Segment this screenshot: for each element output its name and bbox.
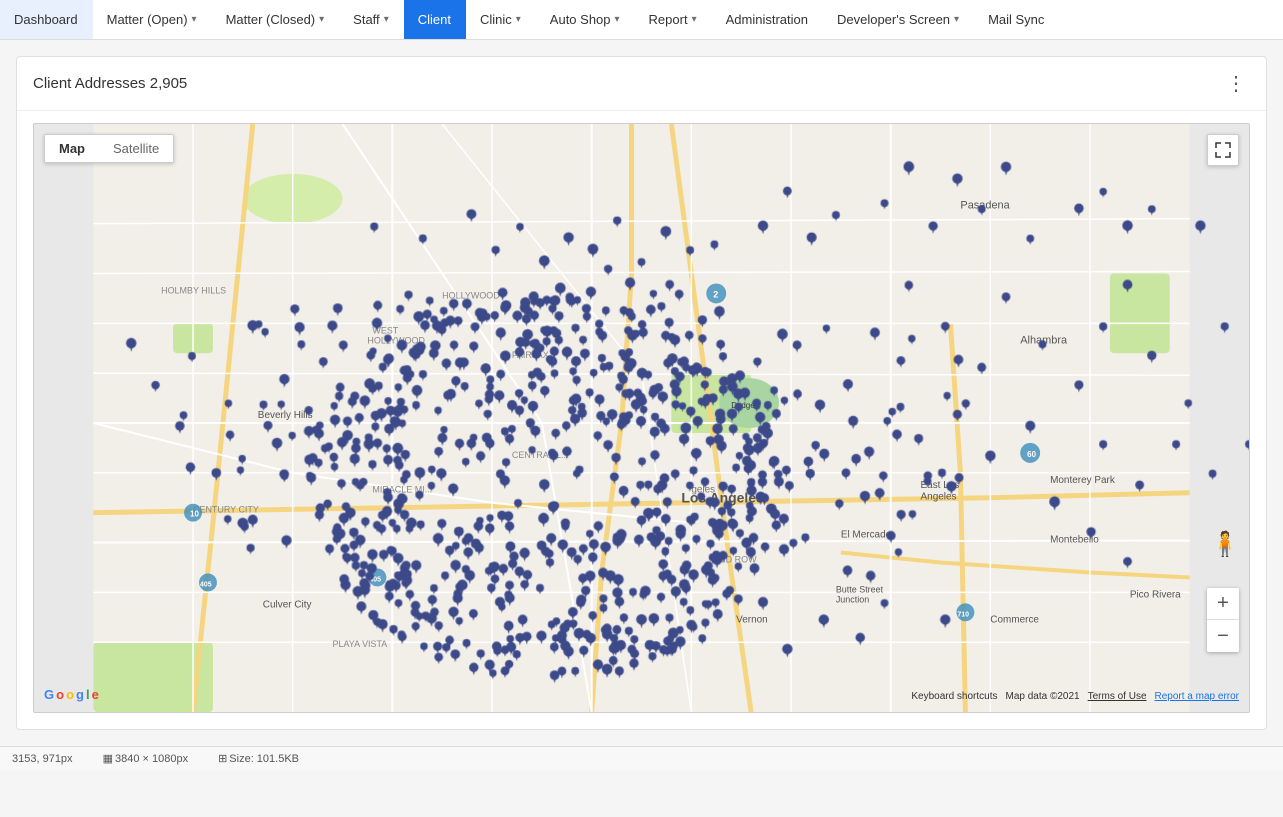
svg-text:WEST: WEST xyxy=(372,325,398,335)
nav-item-client[interactable]: Client xyxy=(404,0,466,39)
chevron-down-icon: ▾ xyxy=(692,14,697,25)
svg-text:geles: geles xyxy=(691,485,715,496)
nav-item-administration[interactable]: Administration xyxy=(712,0,823,39)
svg-text:HOLLYWOOD: HOLLYWOOD xyxy=(442,290,500,300)
svg-text:CENTRAL L...: CENTRAL L... xyxy=(512,450,568,460)
svg-text:405: 405 xyxy=(369,576,381,583)
terms-of-use-link[interactable]: Terms of Use xyxy=(1088,691,1147,702)
map-zoom-controls: + − xyxy=(1207,588,1239,652)
fullscreen-button[interactable] xyxy=(1207,134,1239,166)
svg-text:FAIRFAX: FAIRFAX xyxy=(512,350,549,360)
chevron-down-icon: ▾ xyxy=(192,14,197,25)
svg-text:Commerce: Commerce xyxy=(990,614,1039,625)
status-size: ⊞Size: 101.5KB xyxy=(218,752,299,765)
chevron-down-icon: ▾ xyxy=(516,14,521,25)
map-wrapper: Pasadena Alhambra Beverly Hills Los Ange… xyxy=(17,111,1266,729)
svg-text:Pico Rivera: Pico Rivera xyxy=(1130,589,1181,600)
map-view-button[interactable]: Map xyxy=(45,135,99,162)
navbar: DashboardMatter (Open)▾Matter (Closed)▾S… xyxy=(0,0,1283,40)
google-logo: Google xyxy=(44,687,99,702)
map-container[interactable]: Pasadena Alhambra Beverly Hills Los Ange… xyxy=(33,123,1250,713)
map-data-text: Map data ©2021 xyxy=(1006,691,1080,702)
client-addresses-card: Client Addresses 2,905 ⋮ xyxy=(16,56,1267,730)
map-background: Pasadena Alhambra Beverly Hills Los Ange… xyxy=(34,124,1249,712)
keyboard-shortcuts-link[interactable]: Keyboard shortcuts xyxy=(911,691,997,702)
svg-text:Alhambra: Alhambra xyxy=(1020,334,1068,346)
map-attribution: Keyboard shortcuts Map data ©2021 Terms … xyxy=(911,691,1239,702)
svg-text:HOLMBY HILLS: HOLMBY HILLS xyxy=(161,285,226,295)
nav-item-mail-sync[interactable]: Mail Sync xyxy=(974,0,1059,39)
svg-text:Monterey Park: Monterey Park xyxy=(1050,475,1115,486)
nav-item-clinic[interactable]: Clinic▾ xyxy=(466,0,536,39)
svg-text:HOLLYWOOD: HOLLYWOOD xyxy=(367,335,425,345)
svg-text:CENTURY CITY: CENTURY CITY xyxy=(193,505,259,515)
pegman-button[interactable]: 🧍 xyxy=(1211,530,1239,582)
satellite-view-button[interactable]: Satellite xyxy=(99,135,173,162)
chevron-down-icon: ▾ xyxy=(954,14,959,25)
card-header: Client Addresses 2,905 ⋮ xyxy=(17,57,1266,111)
svg-text:Montebello: Montebello xyxy=(1050,535,1099,546)
svg-text:Angeles: Angeles xyxy=(921,492,957,503)
svg-text:PLAYA VISTA: PLAYA VISTA xyxy=(333,639,388,649)
nav-item-auto-shop[interactable]: Auto Shop▾ xyxy=(536,0,635,39)
svg-text:Vernon: Vernon xyxy=(736,614,768,625)
status-bar: 3153, 971px ▦3840 × 1080px ⊞Size: 101.5K… xyxy=(0,746,1283,770)
card-title: Client Addresses 2,905 xyxy=(33,75,187,92)
svg-text:Junction: Junction xyxy=(836,594,869,604)
svg-text:El Mercado: El Mercado xyxy=(841,530,892,541)
svg-text:MIRACLE MI...: MIRACLE MI... xyxy=(372,485,432,495)
chevron-down-icon: ▾ xyxy=(615,14,620,25)
svg-text:60: 60 xyxy=(1027,450,1036,459)
chevron-down-icon: ▾ xyxy=(319,14,324,25)
svg-text:710: 710 xyxy=(957,611,969,618)
svg-text:Butte Street: Butte Street xyxy=(836,584,884,594)
report-map-error-link[interactable]: Report a map error xyxy=(1155,691,1239,702)
svg-text:Culver City: Culver City xyxy=(263,599,312,610)
status-resolution: ▦3840 × 1080px xyxy=(103,752,189,765)
svg-text:Pasadena: Pasadena xyxy=(960,200,1010,212)
nav-item-dashboard[interactable]: Dashboard xyxy=(0,0,93,39)
svg-text:Beverly Hills: Beverly Hills xyxy=(258,410,313,421)
nav-item-matter-closed[interactable]: Matter (Closed)▾ xyxy=(212,0,340,39)
map-view-toggle: Map Satellite xyxy=(44,134,174,163)
svg-text:Dodger: Dodger xyxy=(731,401,757,410)
status-coordinates: 3153, 971px xyxy=(12,753,73,765)
svg-text:SKID ROW: SKID ROW xyxy=(711,555,757,565)
main-content: Client Addresses 2,905 ⋮ xyxy=(0,40,1283,746)
zoom-in-button[interactable]: + xyxy=(1207,588,1239,620)
svg-text:East Los: East Los xyxy=(921,480,960,491)
card-menu-button[interactable]: ⋮ xyxy=(1222,71,1250,96)
zoom-out-button[interactable]: − xyxy=(1207,620,1239,652)
svg-text:405: 405 xyxy=(200,581,212,588)
nav-item-staff[interactable]: Staff▾ xyxy=(339,0,404,39)
svg-text:10: 10 xyxy=(190,510,199,519)
svg-text:2: 2 xyxy=(713,289,718,299)
nav-item-matter-open[interactable]: Matter (Open)▾ xyxy=(93,0,212,39)
nav-item-developers-screen[interactable]: Developer's Screen▾ xyxy=(823,0,974,39)
nav-item-report[interactable]: Report▾ xyxy=(635,0,712,39)
chevron-down-icon: ▾ xyxy=(384,14,389,25)
